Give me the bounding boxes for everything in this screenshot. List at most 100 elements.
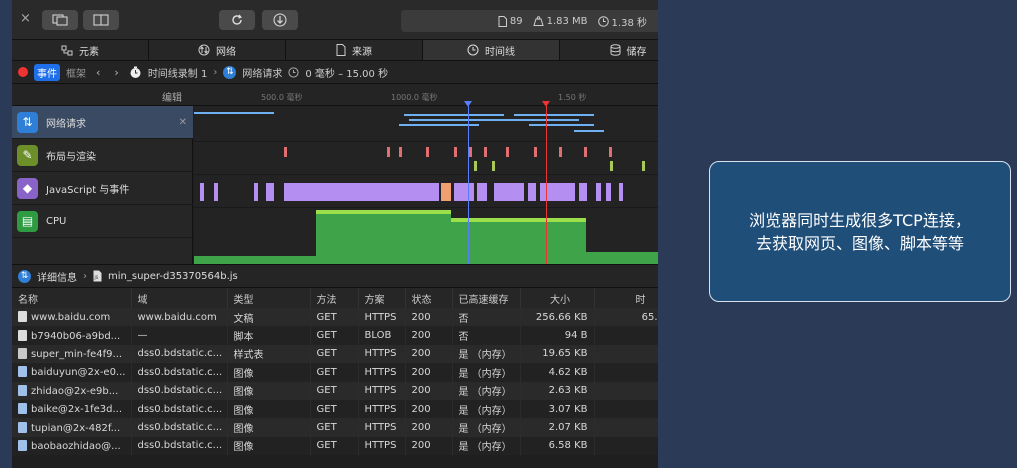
- back-arrow-icon[interactable]: ‹: [92, 66, 104, 79]
- cpu-usage-area[interactable]: [586, 252, 658, 264]
- close-track-icon[interactable]: ✕: [179, 117, 187, 128]
- cached-cell: 是 （内存）: [452, 344, 521, 364]
- layout-event-mark[interactable]: [484, 147, 487, 157]
- table-row[interactable]: b7940b06-a9bd... — 脚本 GET BLOB 200 否 94 …: [12, 326, 658, 345]
- tab-elements[interactable]: 元素: [12, 40, 149, 60]
- network-request-bar[interactable]: [529, 124, 594, 126]
- layout-event-mark[interactable]: [559, 147, 562, 157]
- script-event-mark[interactable]: [619, 183, 623, 201]
- cpu-usage-area[interactable]: [316, 210, 451, 264]
- timeline-graph-area[interactable]: [194, 106, 658, 264]
- column-header-time[interactable]: 时: [594, 288, 658, 308]
- timeline-ruler[interactable]: 编辑 500.0 毫秒 1000.0 毫秒 1.50 秒: [12, 84, 658, 107]
- network-request-bar[interactable]: [194, 112, 274, 114]
- column-header-status[interactable]: 状态: [405, 288, 453, 308]
- layout-event-mark[interactable]: [609, 147, 612, 157]
- details-file[interactable]: min_super-d35370564b.js: [108, 271, 238, 282]
- script-event-mark[interactable]: [454, 183, 474, 201]
- table-row[interactable]: tupian@2x-482f... dss0.bdstatic.c... 图像 …: [12, 418, 658, 437]
- paint-event-mark[interactable]: [474, 161, 477, 171]
- layout-event-mark[interactable]: [534, 147, 537, 157]
- dock-mode-button[interactable]: [42, 10, 78, 30]
- track-cpu[interactable]: ▤ CPU: [12, 205, 193, 238]
- column-header-domain[interactable]: 域: [131, 288, 228, 308]
- layout-event-mark[interactable]: [284, 147, 287, 157]
- column-header-type[interactable]: 类型: [227, 288, 311, 308]
- table-row[interactable]: baiduyun@2x-e0... dss0.bdstatic.c... 图像 …: [12, 363, 658, 382]
- dock-bottom-button[interactable]: [83, 10, 119, 30]
- close-icon[interactable]: ×: [20, 11, 31, 26]
- layout-graph-row: [194, 142, 658, 175]
- script-event-mark[interactable]: [596, 183, 601, 201]
- layout-event-mark[interactable]: [506, 147, 509, 157]
- status-cell: 200: [405, 381, 453, 400]
- tab-sources[interactable]: 来源: [286, 40, 423, 60]
- paint-event-mark[interactable]: [610, 161, 613, 171]
- column-header-method[interactable]: 方法: [310, 288, 359, 308]
- page-status-summary[interactable]: 89 1.83 MB 1.38 秒: [401, 10, 658, 32]
- network-request-bar[interactable]: [399, 124, 449, 126]
- column-header-scheme[interactable]: 方案: [358, 288, 406, 308]
- layout-event-mark[interactable]: [426, 147, 429, 157]
- reload-button[interactable]: [219, 10, 255, 30]
- network-requests-icon: ⇅: [223, 65, 237, 79]
- recording-breadcrumb[interactable]: 时间线录制 1: [148, 65, 208, 80]
- script-event-mark[interactable]: [214, 183, 218, 201]
- table-row[interactable]: super_min-fe4f9... dss0.bdstatic.c... 样式…: [12, 344, 658, 364]
- network-request-bar[interactable]: [409, 119, 519, 121]
- column-header-size[interactable]: 大小: [520, 288, 595, 308]
- stylesheet-file-icon: [18, 347, 27, 359]
- inspector-toolbar: × 89 1.83 MB 1.38 秒: [12, 0, 658, 40]
- layout-event-mark[interactable]: [584, 147, 587, 157]
- table-row[interactable]: www.baidu.com www.baidu.com 文稿 GET HTTPS…: [12, 308, 658, 327]
- network-request-bar[interactable]: [449, 124, 479, 126]
- script-event-mark[interactable]: [528, 183, 536, 201]
- events-mode-button[interactable]: 事件: [34, 63, 60, 81]
- script-event-mark[interactable]: [266, 183, 274, 201]
- network-request-bar[interactable]: [574, 130, 604, 132]
- request-name: tupian@2x-482f...: [31, 422, 121, 434]
- network-request-bar[interactable]: [514, 114, 594, 116]
- column-header-name[interactable]: 名称: [12, 288, 132, 308]
- script-event-mark[interactable]: [254, 183, 258, 201]
- layout-event-mark[interactable]: [399, 147, 402, 157]
- network-request-bar[interactable]: [519, 119, 579, 121]
- column-header-cached[interactable]: 已高速缓存: [452, 288, 521, 308]
- script-event-mark[interactable]: [200, 183, 204, 201]
- layout-event-mark[interactable]: [469, 147, 472, 157]
- forward-arrow-icon[interactable]: ›: [110, 66, 122, 79]
- frames-mode-button[interactable]: 框架: [66, 65, 86, 80]
- track-javascript-events[interactable]: ◆ JavaScript 与事件: [12, 172, 193, 205]
- table-row[interactable]: baobaozhidao@... dss0.bdstatic.c... 图像 G…: [12, 436, 658, 456]
- script-event-mark[interactable]: [494, 183, 524, 201]
- size-cell: 94 B: [520, 326, 595, 345]
- script-event-mark[interactable]: [579, 183, 587, 201]
- event-dispatch-mark[interactable]: [441, 183, 451, 201]
- tab-timelines[interactable]: 时间线: [423, 40, 560, 60]
- download-button[interactable]: [262, 10, 298, 30]
- tab-network[interactable]: 网络: [149, 40, 286, 60]
- tab-label: 时间线: [485, 46, 515, 58]
- paint-event-mark[interactable]: [492, 161, 495, 171]
- request-name-cell: baike@2x-1fe3d...: [12, 399, 132, 419]
- script-event-mark[interactable]: [477, 183, 487, 201]
- cpu-usage-area[interactable]: [451, 218, 586, 264]
- filter-breadcrumb[interactable]: 网络请求: [242, 65, 282, 80]
- track-network-requests[interactable]: ⇅ 网络请求 ✕: [12, 106, 193, 139]
- details-label[interactable]: 详细信息: [37, 269, 77, 284]
- table-row[interactable]: baike@2x-1fe3d... dss0.bdstatic.c... 图像 …: [12, 399, 658, 419]
- timeline-clock-icon: [467, 44, 479, 56]
- layout-event-mark[interactable]: [454, 147, 457, 157]
- request-name: baobaozhidao@...: [31, 440, 121, 452]
- edit-tracks-button[interactable]: 编辑: [162, 89, 182, 104]
- record-button[interactable]: [18, 67, 28, 77]
- script-event-mark[interactable]: [284, 183, 439, 201]
- table-row[interactable]: zhidao@2x-e9b... dss0.bdstatic.c... 图像 G…: [12, 381, 658, 400]
- cpu-usage-area[interactable]: [194, 256, 316, 264]
- layout-event-mark[interactable]: [387, 147, 390, 157]
- track-layout-rendering[interactable]: ✎ 布局与渲染: [12, 139, 193, 172]
- paint-event-mark[interactable]: [642, 161, 645, 171]
- script-event-mark[interactable]: [606, 183, 611, 201]
- tab-storage[interactable]: 储存: [560, 40, 658, 60]
- network-request-bar[interactable]: [404, 114, 504, 116]
